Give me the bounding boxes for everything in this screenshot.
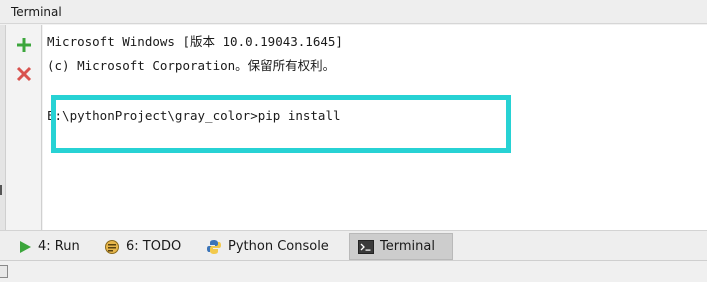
new-session-button[interactable] bbox=[14, 35, 34, 55]
tab-label: 6: TODO bbox=[126, 239, 182, 254]
close-x-icon bbox=[16, 66, 32, 82]
python-icon bbox=[206, 239, 222, 255]
tool-window-tab-bar: 4: Run 6: TODO Python Console Terminal bbox=[0, 230, 707, 260]
window-title-bar: Terminal bbox=[0, 0, 707, 24]
terminal-output[interactable]: Microsoft Windows [版本 10.0.19043.1645] (… bbox=[43, 25, 707, 230]
close-session-button[interactable] bbox=[14, 64, 34, 84]
run-play-icon bbox=[18, 240, 32, 254]
tab-label: 4: Run bbox=[38, 239, 80, 254]
left-edge-marker bbox=[0, 185, 2, 195]
tab-run[interactable]: 4: Run bbox=[10, 233, 88, 260]
tab-python-console[interactable]: Python Console bbox=[198, 233, 337, 260]
tab-label: Terminal bbox=[380, 239, 435, 254]
terminal-toolbar bbox=[6, 25, 42, 230]
tab-todo[interactable]: 6: TODO bbox=[96, 233, 189, 260]
plus-icon bbox=[17, 38, 31, 52]
highlight-annotation-box bbox=[51, 95, 511, 153]
tool-windows-toggle[interactable] bbox=[0, 265, 8, 278]
todo-icon bbox=[104, 239, 120, 255]
tab-label: Python Console bbox=[228, 239, 329, 254]
status-bar bbox=[0, 260, 707, 282]
tab-terminal[interactable]: Terminal bbox=[349, 233, 453, 260]
terminal-line: (c) Microsoft Corporation。保留所有权利。 bbox=[47, 58, 336, 73]
window-title: Terminal bbox=[11, 5, 62, 19]
terminal-line: Microsoft Windows [版本 10.0.19043.1645] bbox=[47, 34, 343, 49]
terminal-icon bbox=[358, 239, 374, 254]
